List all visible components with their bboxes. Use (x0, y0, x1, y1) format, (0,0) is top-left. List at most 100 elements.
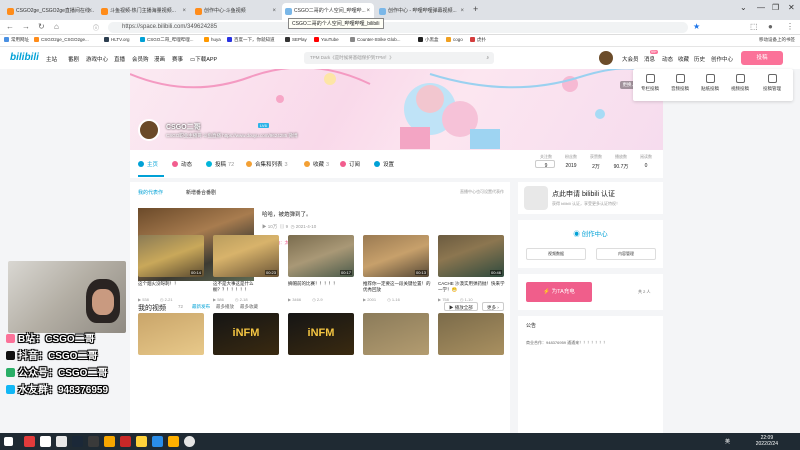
app-icon[interactable] (24, 436, 35, 447)
reload-button[interactable]: ↻ (38, 22, 45, 31)
app-icon[interactable] (88, 436, 99, 447)
browser-tab[interactable]: 斗鱼视频-热门主播海量视频... × (98, 3, 190, 20)
video-thumbnail[interactable] (363, 313, 429, 355)
mobile-bookmarks[interactable]: 移动设备上的书签 (759, 37, 795, 43)
video-thumbnail[interactable]: 00:46 (438, 235, 504, 277)
home-button[interactable]: ⌂ (54, 22, 59, 31)
bilibili-logo[interactable]: bilibili (10, 52, 39, 63)
bookmark-item[interactable]: HLTV.org (104, 37, 130, 42)
video-thumbnail[interactable]: 00:23 (213, 235, 279, 277)
tab-settings[interactable]: 设置 (374, 160, 394, 168)
cert-title[interactable]: 点此申请 bilibili 认证 (552, 189, 615, 199)
bookmark-item[interactable]: cogo (446, 37, 463, 42)
nav-item[interactable]: 赛事 (172, 55, 183, 63)
video-card[interactable]: 00:23 这不是大事这是什么橱？？！！！！！ ▶ 586 ◷ 2-18 (213, 235, 281, 302)
browser-tab[interactable]: 创作中心 - 哔哩哔哩弹幕视频... × (376, 3, 468, 20)
nav-item[interactable]: 番剧 (68, 55, 79, 63)
stat-following[interactable]: 关注数 9 (534, 154, 558, 169)
tab-favorites[interactable]: 收藏 3 (304, 160, 329, 168)
nav-item[interactable]: 游戏中心 (86, 55, 108, 63)
url-input[interactable]: https://space.bilibili.com/349624285 (108, 22, 688, 33)
video-tab-most-favorited[interactable]: 最多收藏 (240, 304, 258, 310)
bookmark-item[interactable]: YouTube (314, 37, 339, 42)
video-data-button[interactable]: 视频数据 (526, 248, 586, 260)
more-button[interactable]: 更多 › (482, 302, 504, 311)
bookmark-item[interactable]: Counter-Strike Glob... (350, 37, 401, 42)
video-title[interactable]: 推荐你一定要这一段关键位置！的优秀回放 (363, 281, 431, 293)
video-thumbnail[interactable]: 00:13 (363, 235, 429, 277)
bookmark-item[interactable]: CSGO2ge_CSGO2ge... (34, 37, 89, 42)
video-thumbnail[interactable]: 00:14 (138, 235, 204, 277)
avatar[interactable] (599, 51, 613, 65)
close-window-button[interactable]: ✕ (788, 3, 795, 12)
nav-item[interactable]: 漫画 (154, 55, 165, 63)
chrome-icon[interactable] (184, 436, 195, 447)
creator-center-link[interactable]: 创作中心 (711, 55, 733, 63)
video-thumbnail[interactable] (138, 313, 204, 355)
app-icon[interactable] (136, 436, 147, 447)
tab-uploads[interactable]: 投稿 72 (206, 160, 234, 168)
video-title[interactable]: CACHE 沙漠实用弹药抛！快来学一学！😁 (438, 281, 506, 293)
tab-collections[interactable]: 合集和列表 3 (246, 160, 288, 168)
video-card[interactable]: iNFM (213, 313, 281, 355)
input-method-indicator[interactable]: 英 (725, 438, 730, 445)
bookmark-item[interactable]: huya (204, 37, 221, 42)
windows-start-icon[interactable] (4, 437, 13, 446)
app-icon[interactable] (104, 436, 115, 447)
charge-button[interactable]: ⚡ 为TA充电 (526, 282, 592, 302)
video-title[interactable]: 这不是大事这是什么橱？？！！！！！ (213, 281, 281, 293)
video-card[interactable]: 00:17 摘帽前的比赛！！！！！ ▶ 3466 ◷ 2-9 (288, 235, 356, 302)
video-card[interactable]: 00:14 这个烟火没呀刺！！ ▶ 538 ◷ 2-21 (138, 235, 206, 302)
video-thumbnail[interactable] (438, 313, 504, 355)
subtab-new[interactable]: 新增番合番剧 (186, 189, 216, 196)
video-title[interactable]: 摘帽前的比赛！！！！！ (288, 281, 356, 293)
extension-icon[interactable]: ⬚ (750, 22, 758, 31)
article-upload-item[interactable]: 专栏投稿 (637, 74, 663, 92)
creator-center-title[interactable]: ◉ 创作中心 (518, 228, 663, 238)
bookmark-item[interactable]: SEPlay (285, 37, 307, 42)
video-upload-item[interactable]: 视频投稿 (727, 74, 753, 92)
bookmark-item[interactable]: 虎扑 (470, 37, 486, 43)
video-card[interactable] (363, 313, 431, 355)
profile-icon[interactable]: ● (768, 22, 773, 31)
bookmark-item[interactable]: CSGO二哥_哔哩哔哩... (140, 37, 194, 43)
back-button[interactable]: ← (6, 22, 14, 31)
stat-fans[interactable]: 粉丝数 2019 (559, 154, 583, 169)
maximize-button[interactable]: ❐ (772, 3, 779, 12)
video-thumbnail[interactable]: iNFM (288, 313, 354, 355)
play-all-button[interactable]: ▶ 播放全部 (444, 302, 478, 311)
nav-item[interactable]: 主站 (46, 55, 57, 63)
steam-icon[interactable] (72, 436, 83, 447)
new-tab-button[interactable]: + (473, 4, 478, 14)
sticker-upload-item[interactable]: 贴纸投稿 (697, 74, 723, 92)
forward-button[interactable]: → (22, 22, 30, 31)
close-icon[interactable]: × (272, 3, 276, 20)
app-icon[interactable] (40, 436, 51, 447)
audio-upload-item[interactable]: 音频投稿 (667, 74, 693, 92)
system-clock[interactable]: 22:09 2022/2/24 (756, 435, 778, 447)
app-icon[interactable] (120, 436, 131, 447)
message-link[interactable]: 消息 (644, 55, 655, 63)
tab-search-icon[interactable]: ⌄ (740, 3, 747, 12)
video-card[interactable]: 00:13 推荐你一定要这一段关键位置！的优秀回放 ▶ 2001 ◷ 1-16 (363, 235, 431, 302)
browser-tab[interactable]: 创作中心-斗鱼视频 × (192, 3, 280, 20)
video-thumbnail[interactable]: 00:17 (288, 235, 354, 277)
tab-dynamic[interactable]: 动态 (172, 160, 192, 168)
vip-link[interactable]: 大会员 (622, 55, 639, 63)
close-icon[interactable]: × (460, 3, 464, 20)
certification-box[interactable]: 点此申请 bilibili 认证 获得 bilibili 认证，享受更多认证特权… (518, 182, 663, 214)
bookmark-star-icon[interactable]: ★ (693, 22, 700, 31)
minimize-button[interactable]: — (757, 3, 765, 12)
browser-tab[interactable]: CSGO2ge_CSGO2ge直播间在线... × (4, 3, 96, 20)
video-card[interactable]: iNFM (288, 313, 356, 355)
close-icon[interactable]: × (182, 3, 186, 20)
tab-subscriptions[interactable]: 订阅 (340, 160, 360, 168)
subtab-masterpiece[interactable]: 我的代表作 (138, 189, 163, 196)
search-icon[interactable]: ⌕ (486, 52, 489, 64)
app-icon[interactable] (152, 436, 163, 447)
app-icon[interactable] (56, 436, 67, 447)
video-tab-most-played[interactable]: 最多播放 (216, 304, 234, 310)
bookmark-item[interactable]: 常用网址 (4, 37, 29, 43)
profile-signature[interactable]: CSGO职业主播哥 斗鱼直播 https://www.douyu.com/962… (166, 133, 298, 139)
bookmark-item[interactable]: 小黑盒 (418, 37, 439, 43)
